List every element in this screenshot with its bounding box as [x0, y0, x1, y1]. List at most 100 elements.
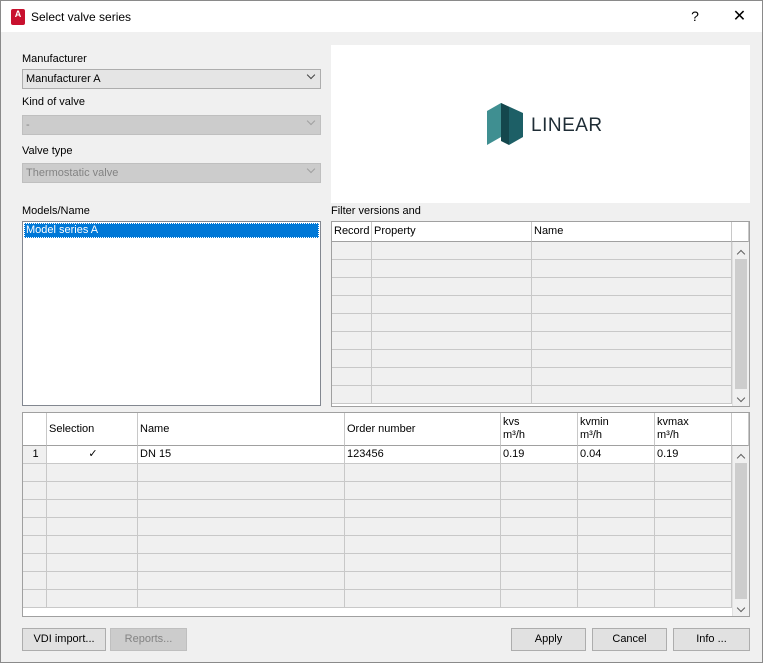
empty-cell	[47, 464, 138, 482]
empty-cell	[332, 332, 372, 350]
reports-button[interactable]: Reports...	[110, 628, 187, 651]
empty-cell	[23, 554, 47, 572]
column-header-selection[interactable]: Selection	[47, 413, 138, 446]
empty-cell	[345, 482, 501, 500]
empty-cell	[532, 296, 732, 314]
scroll-down-icon[interactable]	[733, 599, 749, 616]
column-header-kvmax[interactable]: kvmax m³/h	[655, 413, 732, 446]
scroll-up-icon[interactable]	[733, 446, 749, 463]
versions-scrollbar[interactable]	[732, 446, 749, 616]
row-header-corner	[23, 413, 47, 446]
empty-cell	[532, 386, 732, 404]
empty-cell	[532, 314, 732, 332]
empty-cell	[372, 260, 532, 278]
close-button[interactable]: ✕	[717, 1, 762, 32]
empty-cell	[532, 242, 732, 260]
vdi-import-button[interactable]: VDI import...	[22, 628, 106, 651]
scroll-up-icon[interactable]	[733, 242, 749, 259]
empty-cell	[655, 554, 732, 572]
manufacturer-dropdown[interactable]: Manufacturer A	[22, 69, 321, 89]
empty-cell	[578, 590, 655, 608]
empty-cell	[501, 572, 578, 590]
kind-of-valve-value: -	[26, 119, 30, 131]
empty-cell	[372, 368, 532, 386]
help-button[interactable]: ?	[673, 1, 717, 32]
empty-cell	[138, 590, 345, 608]
empty-cell	[47, 572, 138, 590]
empty-cell	[332, 260, 372, 278]
scroll-thumb[interactable]	[735, 463, 747, 599]
selection-checkmark-icon[interactable]: ✓	[47, 446, 138, 464]
empty-cell	[372, 296, 532, 314]
column-header-record[interactable]: Record	[332, 222, 372, 242]
empty-cell	[345, 518, 501, 536]
row-name[interactable]: DN 15	[138, 446, 345, 464]
column-header-kvmin[interactable]: kvmin m³/h	[578, 413, 655, 446]
row-kvmax[interactable]: 0.19	[655, 446, 732, 464]
empty-cell	[138, 554, 345, 572]
empty-cell	[501, 590, 578, 608]
row-kvs[interactable]: 0.19	[501, 446, 578, 464]
empty-cell	[501, 482, 578, 500]
empty-cell	[372, 350, 532, 368]
dialog-window: A Select valve series ? ✕ Manufacturer M…	[0, 0, 763, 663]
empty-cell	[47, 500, 138, 518]
empty-cell	[655, 572, 732, 590]
empty-cell	[138, 572, 345, 590]
row-kvmin[interactable]: 0.04	[578, 446, 655, 464]
empty-cell	[532, 332, 732, 350]
valve-type-dropdown[interactable]: Thermostatic valve	[22, 163, 321, 183]
empty-cell	[138, 464, 345, 482]
empty-cell	[532, 260, 732, 278]
models-list[interactable]: Model series A	[22, 221, 321, 406]
chevron-down-icon	[306, 70, 316, 88]
cancel-button[interactable]: Cancel	[592, 628, 667, 651]
empty-cell	[23, 590, 47, 608]
empty-cell	[578, 464, 655, 482]
filter-scrollbar[interactable]	[732, 242, 749, 406]
app-icon: A	[11, 9, 25, 25]
column-header-name[interactable]: Name	[532, 222, 732, 242]
manufacturer-label: Manufacturer	[22, 53, 87, 65]
empty-cell	[23, 464, 47, 482]
empty-cell	[345, 554, 501, 572]
empty-cell	[372, 242, 532, 260]
empty-cell	[532, 278, 732, 296]
empty-cell	[578, 554, 655, 572]
kind-of-valve-label: Kind of valve	[22, 96, 85, 108]
filter-grid[interactable]: Record Property Name	[331, 221, 750, 407]
empty-cell	[372, 314, 532, 332]
empty-cell	[23, 518, 47, 536]
empty-cell	[23, 482, 47, 500]
manufacturer-logo-panel: LINEAR	[331, 45, 750, 203]
list-item[interactable]: Model series A	[24, 223, 319, 238]
empty-cell	[332, 314, 372, 332]
empty-cell	[23, 500, 47, 518]
empty-cell	[138, 500, 345, 518]
scroll-down-icon[interactable]	[733, 389, 749, 406]
info-button[interactable]: Info ...	[673, 628, 750, 651]
empty-cell	[501, 464, 578, 482]
row-order-number[interactable]: 123456	[345, 446, 501, 464]
empty-cell	[655, 536, 732, 554]
column-header-kvs[interactable]: kvs m³/h	[501, 413, 578, 446]
versions-grid[interactable]: Selection Name Order number kvs m³/h kvmi…	[22, 412, 750, 617]
window-title: Select valve series	[31, 10, 132, 24]
logo-text: LINEAR	[531, 115, 603, 136]
empty-cell	[532, 350, 732, 368]
column-header-name[interactable]: Name	[138, 413, 345, 446]
apply-button[interactable]: Apply	[511, 628, 586, 651]
empty-cell	[532, 368, 732, 386]
empty-cell	[47, 518, 138, 536]
kind-of-valve-dropdown[interactable]: -	[22, 115, 321, 135]
scroll-thumb[interactable]	[735, 259, 747, 389]
empty-cell	[138, 518, 345, 536]
empty-cell	[332, 296, 372, 314]
empty-cell	[332, 386, 372, 404]
empty-cell	[501, 554, 578, 572]
empty-cell	[372, 386, 532, 404]
column-header-property[interactable]: Property	[372, 222, 532, 242]
empty-cell	[655, 590, 732, 608]
row-index: 1	[23, 446, 47, 464]
column-header-order-number[interactable]: Order number	[345, 413, 501, 446]
